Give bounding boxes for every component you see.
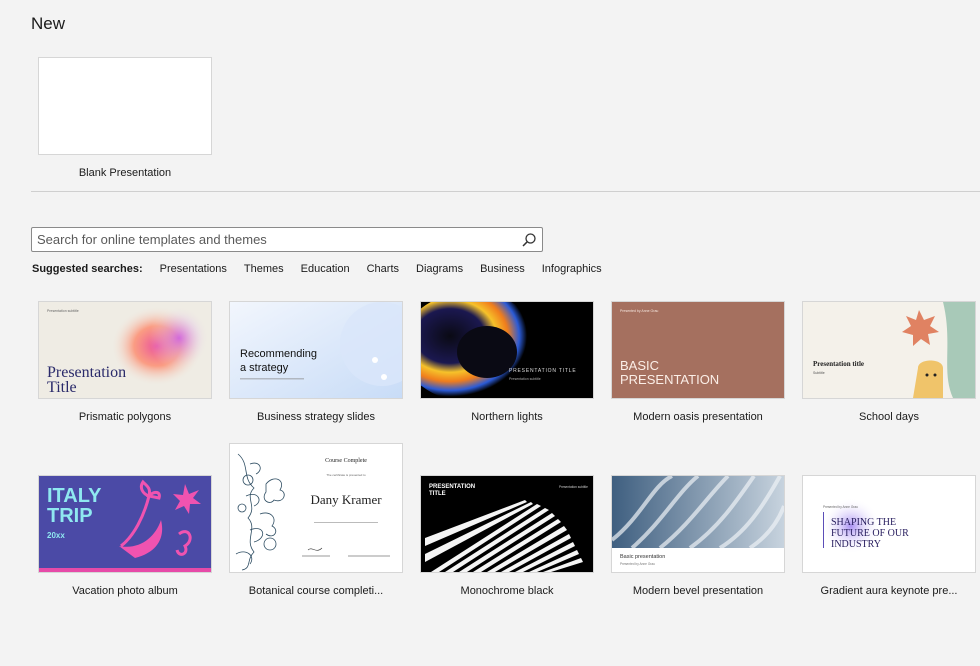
template-search-box[interactable] xyxy=(31,227,543,252)
template-label: Modern bevel presentation xyxy=(632,585,764,597)
template-label: School days xyxy=(859,411,919,423)
suggested-search-diagrams[interactable]: Diagrams xyxy=(416,263,463,275)
thumb-title-line1: BASIC xyxy=(620,358,659,373)
thumb-subtitle: The certificate is presented to xyxy=(326,473,366,477)
template-thumbnail[interactable]: Presentation title Subtitle xyxy=(802,301,976,399)
template-tile-prismatic-polygons[interactable]: Presentation subtitle Presentation Title… xyxy=(38,301,212,423)
template-tile-business-strategy[interactable]: Recommending a strategy Business strateg… xyxy=(229,301,403,423)
template-tile-modern-bevel[interactable]: Basic presentation Presented by Anne Gra… xyxy=(611,475,785,597)
section-divider xyxy=(31,191,980,192)
thumb-heading: Course Complete xyxy=(325,458,367,464)
thumb-title-line2: Title xyxy=(47,379,77,396)
suggested-search-presentations[interactable]: Presentations xyxy=(160,263,227,275)
template-tile-school-days[interactable]: Presentation title Subtitle School days xyxy=(802,301,976,423)
thumb-title: Basic presentation xyxy=(620,554,665,560)
thumb-subtitle: Presentation subtitle xyxy=(47,309,79,313)
suggested-search-education[interactable]: Education xyxy=(301,263,350,275)
thumb-title-line2: TRIP xyxy=(47,505,93,527)
thumb-title-line1: PRESENTATION xyxy=(429,484,475,490)
template-thumbnail[interactable]: Recommending a strategy xyxy=(229,301,403,399)
template-thumbnail[interactable]: PRESENTATION TITLE Presentation subtitle xyxy=(420,475,594,573)
thumb-title: Presentation title xyxy=(813,360,864,368)
template-thumbnail[interactable]: ITALY TRIP 20xx xyxy=(38,475,212,573)
search-icon[interactable] xyxy=(518,229,540,251)
blank-presentation-tile[interactable]: Blank Presentation xyxy=(38,57,212,179)
thumb-title-line1: SHAPING THE xyxy=(831,517,896,528)
suggested-searches-label: Suggested searches: xyxy=(32,263,143,275)
template-label: Prismatic polygons xyxy=(78,411,172,423)
template-tile-northern-lights[interactable]: PRESENTATION TITLE Presentation subtitle… xyxy=(420,301,594,423)
template-thumbnail[interactable]: Course Complete The certificate is prese… xyxy=(229,443,403,573)
template-thumbnail[interactable]: PRESENTATION TITLE Presentation subtitle xyxy=(420,301,594,399)
thumb-title-line2: a strategy xyxy=(240,362,289,374)
thumb-subtitle: Presentation subtitle xyxy=(559,485,588,489)
template-label: Business strategy slides xyxy=(257,411,375,423)
template-tile-modern-oasis[interactable]: Presented by Anne Grau BASIC PRESENTATIO… xyxy=(611,301,785,423)
template-thumbnail[interactable]: Presentation subtitle Presentation Title xyxy=(38,301,212,399)
template-tile-botanical-course[interactable]: Course Complete The certificate is prese… xyxy=(229,443,403,597)
thumb-title-line2: PRESENTATION xyxy=(620,372,719,387)
thumb-title-line1: ITALY xyxy=(47,485,102,507)
thumb-subtitle: Presented by Anne Grau xyxy=(823,505,858,509)
template-thumbnail[interactable]: Presented by Anne Grau BASIC PRESENTATIO… xyxy=(611,301,785,399)
template-thumbnail[interactable]: Basic presentation Presented by Anne Gra… xyxy=(611,475,785,573)
template-label: Gradient aura keynote pre... xyxy=(820,585,958,597)
template-label: Northern lights xyxy=(471,411,543,423)
template-label: Modern oasis presentation xyxy=(633,411,763,423)
suggested-search-business[interactable]: Business xyxy=(480,263,525,275)
thumb-subtitle: Presentation subtitle xyxy=(509,377,541,381)
suggested-searches: Suggested searches: Presentations Themes… xyxy=(32,263,619,275)
thumb-title-line2: TITLE xyxy=(429,491,446,497)
template-label: Vacation photo album xyxy=(72,585,178,597)
template-tile-vacation-photo-album[interactable]: ITALY TRIP 20xx Vacation photo album xyxy=(38,475,212,597)
suggested-search-charts[interactable]: Charts xyxy=(367,263,399,275)
template-tile-gradient-aura[interactable]: Presented by Anne Grau SHAPING THE FUTUR… xyxy=(802,475,976,597)
template-thumbnail[interactable]: Presented by Anne Grau SHAPING THE FUTUR… xyxy=(802,475,976,573)
blank-presentation-thumbnail[interactable] xyxy=(38,57,212,155)
template-label: Botanical course completi... xyxy=(248,585,384,597)
thumb-name: Dany Kramer xyxy=(310,492,382,507)
suggested-search-infographics[interactable]: Infographics xyxy=(542,263,602,275)
blank-presentation-label: Blank Presentation xyxy=(78,167,172,179)
thumb-subtitle: Subtitle xyxy=(813,371,825,375)
thumb-subtitle: 20xx xyxy=(47,531,65,540)
thumb-title-line2: FUTURE OF OUR xyxy=(831,528,909,539)
thumb-title: PRESENTATION TITLE xyxy=(509,368,576,374)
thumb-title-line1: Recommending xyxy=(240,348,317,360)
thumb-title-line3: INDUSTRY xyxy=(831,539,881,550)
page-title: New xyxy=(31,14,66,33)
thumb-subtitle: Presented by Anne Grau xyxy=(620,309,658,313)
suggested-search-themes[interactable]: Themes xyxy=(244,263,284,275)
template-search-input[interactable] xyxy=(32,231,518,248)
template-tile-monochrome-black[interactable]: PRESENTATION TITLE Presentation subtitle… xyxy=(420,475,594,597)
template-label: Monochrome black xyxy=(460,585,554,597)
thumb-subtitle: Presented by Anne Grau xyxy=(620,562,655,566)
